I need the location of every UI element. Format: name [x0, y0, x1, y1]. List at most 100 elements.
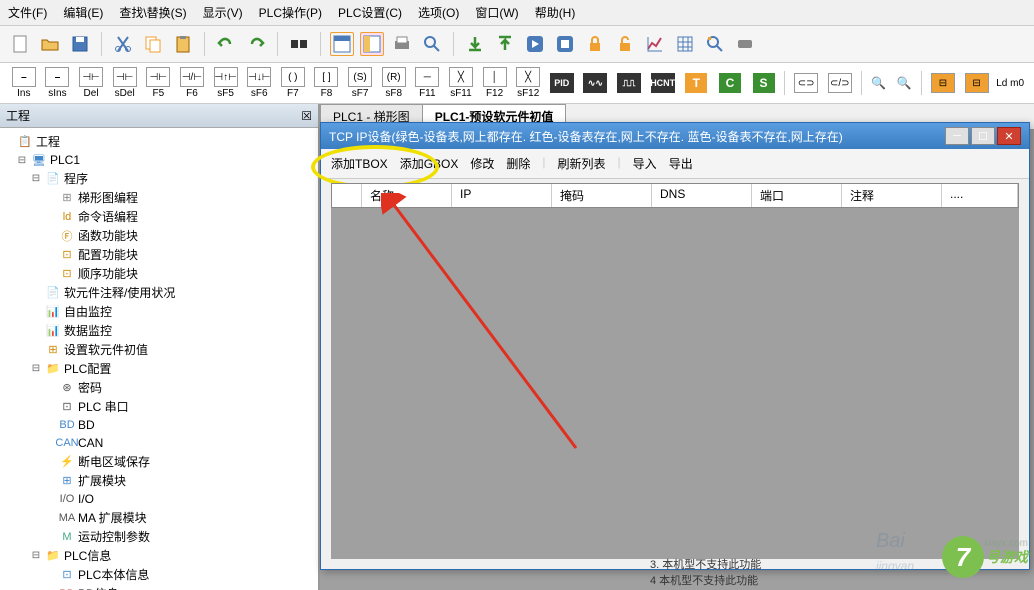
sins-button[interactable]: ⎯sIns: [42, 67, 74, 99]
f12-button[interactable]: │F12: [479, 67, 511, 99]
new-icon[interactable]: [8, 32, 32, 56]
menu-option[interactable]: 选项(O): [418, 4, 459, 21]
zoomout-icon[interactable]: 🔍: [892, 71, 916, 95]
upload-icon[interactable]: [493, 32, 517, 56]
tree-node[interactable]: BDBD信息: [2, 584, 316, 590]
not-button[interactable]: ⊂/⊃: [824, 73, 856, 93]
tree-node[interactable]: ⊡PLC本体信息: [2, 565, 316, 584]
menu-search[interactable]: 查找\替换(S): [119, 4, 186, 21]
f5-button[interactable]: ⊣⊢F5: [143, 67, 175, 99]
cut-icon[interactable]: [111, 32, 135, 56]
col-mask[interactable]: 掩码: [552, 184, 652, 207]
window1-icon[interactable]: [330, 32, 354, 56]
f11-button[interactable]: ─F11: [412, 67, 444, 99]
tree-toggle-icon[interactable]: ⊟: [16, 155, 28, 166]
run-icon[interactable]: [523, 32, 547, 56]
tree-toggle-icon[interactable]: ⊟: [30, 363, 42, 374]
print-icon[interactable]: [390, 32, 414, 56]
sdel-button[interactable]: ⊣⊢sDel: [109, 67, 141, 99]
copy-icon[interactable]: [141, 32, 165, 56]
col-checkbox[interactable]: [332, 184, 362, 207]
device-icon[interactable]: [733, 32, 757, 56]
find-icon[interactable]: [287, 32, 311, 56]
menu-plc-cfg[interactable]: PLC设置(C): [338, 4, 402, 21]
tree-node[interactable]: ⊞梯形图编程: [2, 188, 316, 207]
sf6-button[interactable]: ⊣↓⊢sF6: [243, 67, 275, 99]
menu-edit[interactable]: 编辑(E): [63, 4, 103, 21]
tree-node[interactable]: ⊟📄程序: [2, 169, 316, 188]
tree-node[interactable]: ⊡配置功能块: [2, 245, 316, 264]
col-name[interactable]: 名称: [362, 184, 452, 207]
sf12-button[interactable]: ╳sF12: [512, 67, 544, 99]
tree-node[interactable]: ⊞扩展模块: [2, 471, 316, 490]
ladder2-button[interactable]: ⊟: [961, 73, 993, 93]
c-button[interactable]: C: [714, 73, 746, 93]
pid-button[interactable]: PID: [546, 73, 578, 93]
save-icon[interactable]: [68, 32, 92, 56]
f8-button[interactable]: [ ]F8: [311, 67, 343, 99]
ldm0-button[interactable]: Ld m0: [994, 77, 1026, 89]
stop-icon[interactable]: [553, 32, 577, 56]
tree-node[interactable]: Ⓕ函数功能块: [2, 226, 316, 245]
tree-node[interactable]: CANCAN: [2, 434, 316, 452]
del-button[interactable]: ⊣⊢Del: [75, 67, 107, 99]
redo-icon[interactable]: [244, 32, 268, 56]
hcnt-button[interactable]: HCNT: [647, 73, 679, 93]
wave-button[interactable]: ∿∿: [580, 73, 612, 93]
import-button[interactable]: 导入: [633, 155, 657, 172]
pulse-button[interactable]: ⎍⎍: [613, 73, 645, 93]
tree-toggle-icon[interactable]: ⊟: [30, 550, 42, 561]
download-icon[interactable]: [463, 32, 487, 56]
coil-button[interactable]: ⊂⊃: [790, 73, 822, 93]
delete-button[interactable]: 删除: [506, 155, 530, 172]
tree-node[interactable]: I/OI/O: [2, 490, 316, 508]
s-button[interactable]: S: [748, 73, 780, 93]
tree-node[interactable]: 📋工程: [2, 132, 316, 151]
project-tree[interactable]: 📋工程⊟🖥PLC1⊟📄程序⊞梯形图编程ld命令语编程Ⓕ函数功能块⊡配置功能块⊡顺…: [0, 128, 318, 590]
pin-icon[interactable]: ☒: [301, 109, 312, 123]
col-comment[interactable]: 注释: [842, 184, 942, 207]
paste-icon[interactable]: [171, 32, 195, 56]
tree-node[interactable]: 📊自由监控: [2, 302, 316, 321]
tree-node[interactable]: ld命令语编程: [2, 207, 316, 226]
tree-node[interactable]: MAMA 扩展模块: [2, 508, 316, 527]
sf7-button[interactable]: (S)sF7: [344, 67, 376, 99]
maximize-button[interactable]: ☐: [971, 127, 995, 145]
col-ip[interactable]: IP: [452, 184, 552, 207]
menu-help[interactable]: 帮助(H): [535, 4, 576, 21]
tree-node[interactable]: M运动控制参数: [2, 527, 316, 546]
ladder1-button[interactable]: ⊟: [927, 73, 959, 93]
add-tbox-button[interactable]: 添加TBOX: [331, 155, 388, 172]
zoomin-icon[interactable]: 🔍: [867, 71, 891, 95]
tree-node[interactable]: 📄软元件注释/使用状况: [2, 283, 316, 302]
unlock-icon[interactable]: [613, 32, 637, 56]
search2-icon[interactable]: [703, 32, 727, 56]
tree-node[interactable]: ⊟📁PLC配置: [2, 359, 316, 378]
menu-window[interactable]: 窗口(W): [475, 4, 518, 21]
f7-button[interactable]: ( )F7: [277, 67, 309, 99]
lock-icon[interactable]: [583, 32, 607, 56]
zoom-icon[interactable]: [420, 32, 444, 56]
close-button[interactable]: ✕: [997, 127, 1021, 145]
col-port[interactable]: 端口: [752, 184, 842, 207]
col-dns[interactable]: DNS: [652, 184, 752, 207]
tree-node[interactable]: ⊞设置软元件初值: [2, 340, 316, 359]
export-button[interactable]: 导出: [669, 155, 693, 172]
tree-node[interactable]: BDBD: [2, 416, 316, 434]
tree-node[interactable]: ⊟🖥PLC1: [2, 151, 316, 169]
menu-file[interactable]: 文件(F): [8, 4, 47, 21]
tree-node[interactable]: 📊数据监控: [2, 321, 316, 340]
sf11-button[interactable]: ╳sF11: [445, 67, 477, 99]
tree-toggle-icon[interactable]: ⊟: [30, 173, 42, 184]
sf8-button[interactable]: (R)sF8: [378, 67, 410, 99]
window2-icon[interactable]: [360, 32, 384, 56]
t-button[interactable]: T: [681, 73, 713, 93]
chart-icon[interactable]: [643, 32, 667, 56]
open-icon[interactable]: [38, 32, 62, 56]
ins-button[interactable]: ⎯Ins: [8, 67, 40, 99]
f6-button[interactable]: ⊣/⊢F6: [176, 67, 208, 99]
tree-node[interactable]: ⊡顺序功能块: [2, 264, 316, 283]
refresh-button[interactable]: 刷新列表: [558, 155, 606, 172]
add-gbox-button[interactable]: 添加GBOX: [400, 155, 459, 172]
sf5-button[interactable]: ⊣↑⊢sF5: [210, 67, 242, 99]
